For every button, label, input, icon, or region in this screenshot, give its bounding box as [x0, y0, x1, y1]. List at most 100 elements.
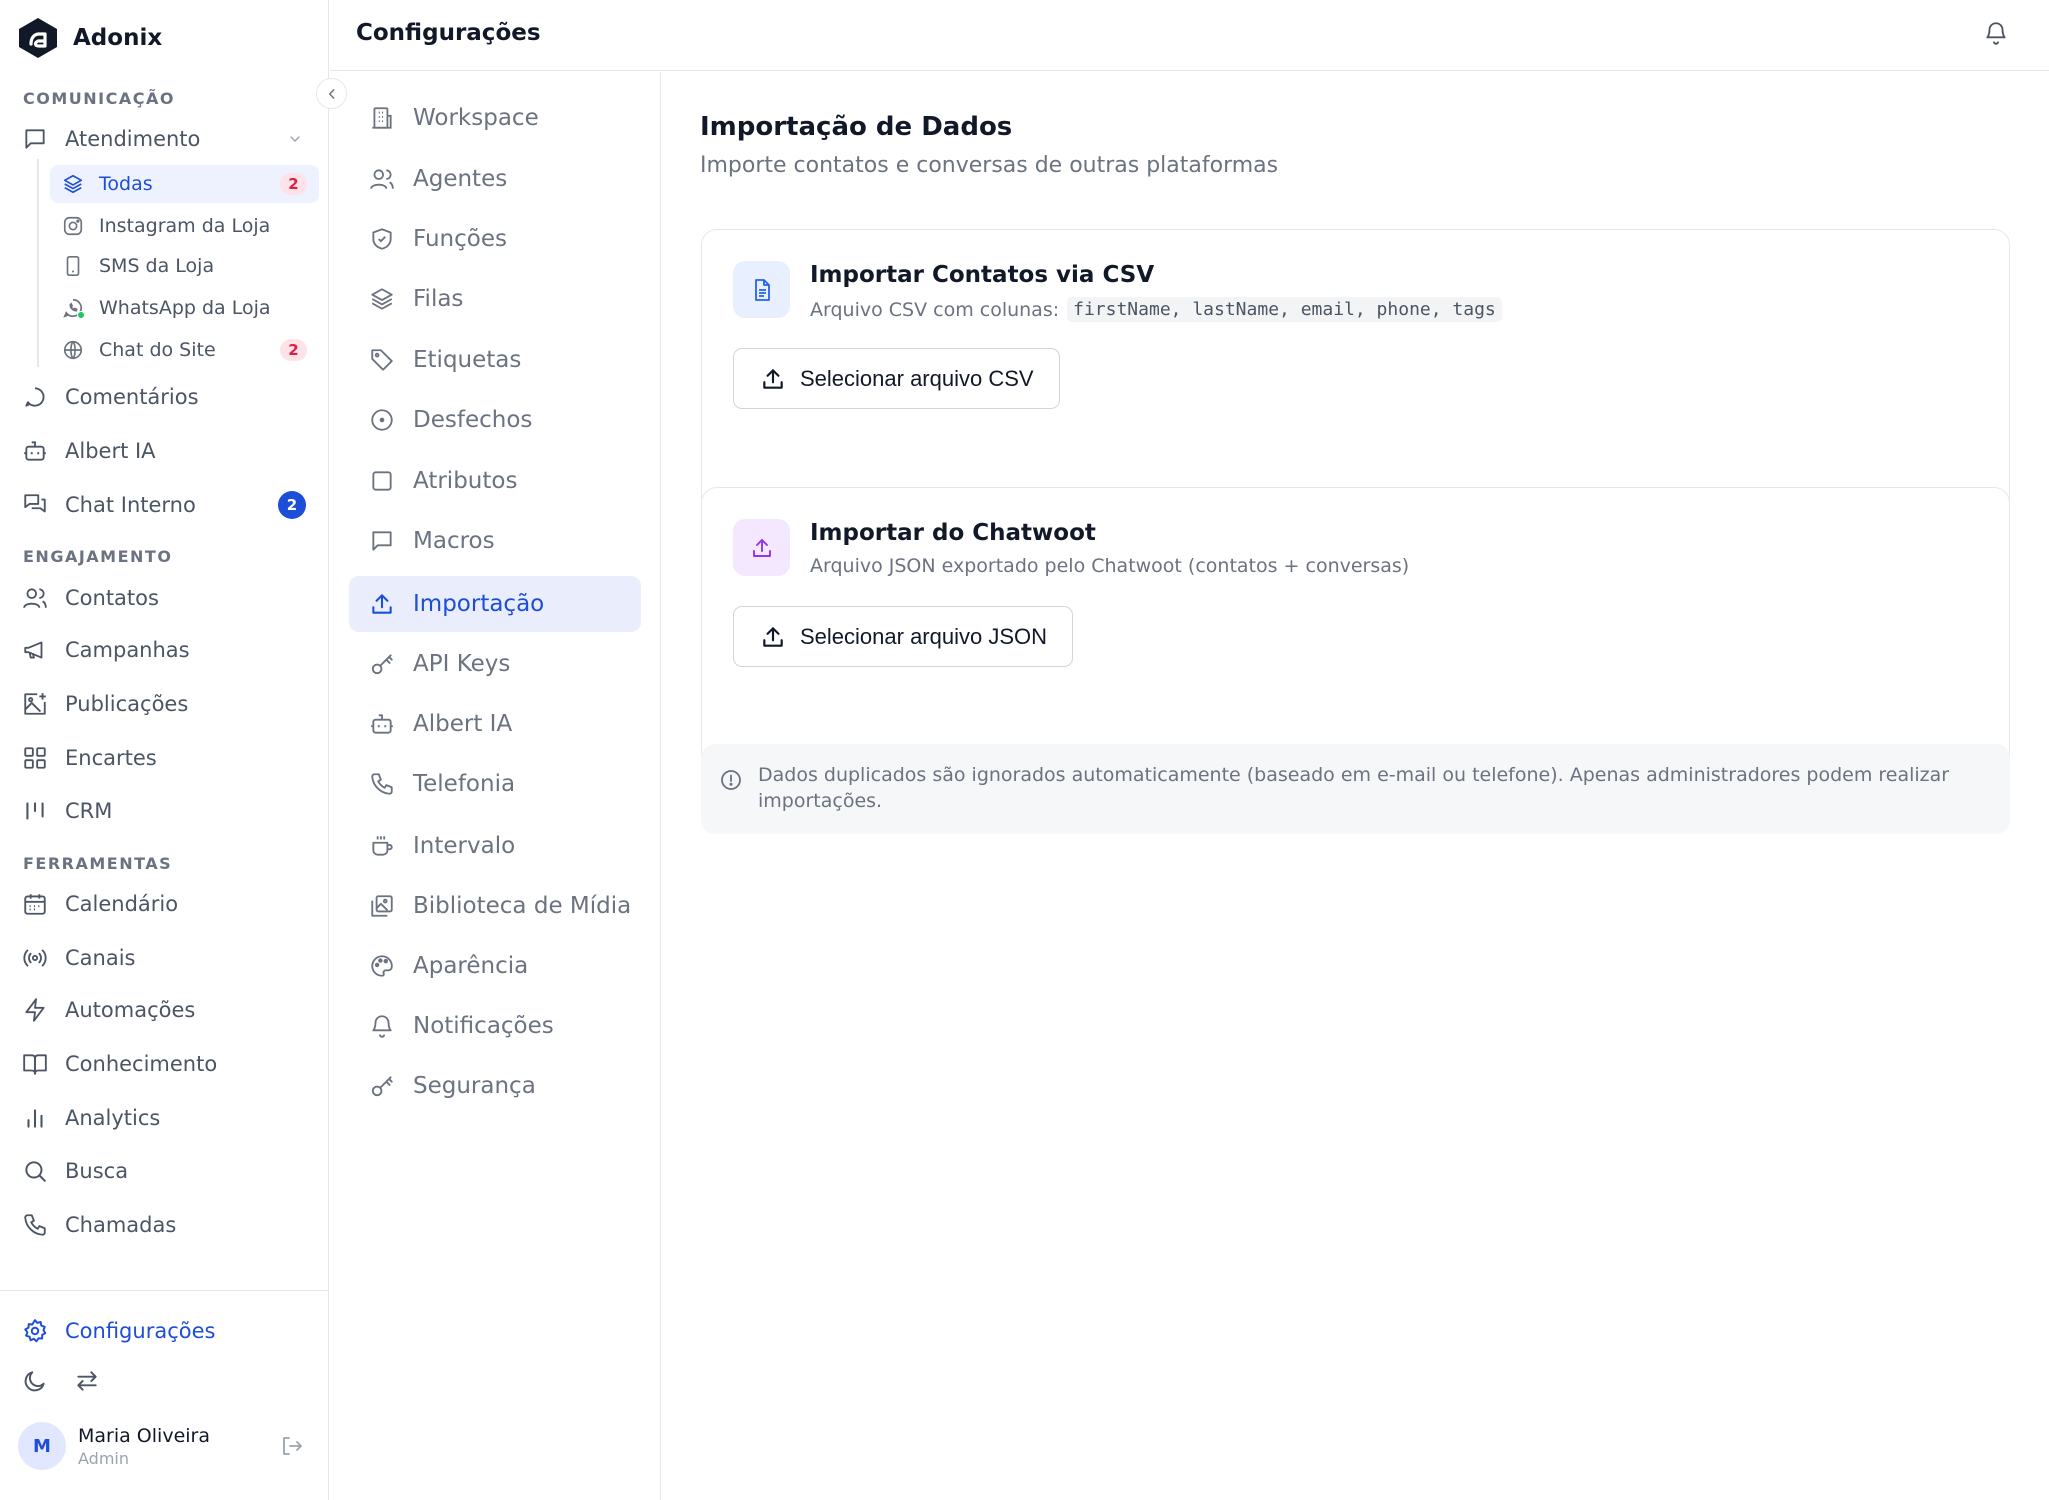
zap-icon: [22, 997, 48, 1023]
settings-item-etiquetas[interactable]: Etiquetas: [349, 332, 641, 388]
select-csv-file-button[interactable]: Selecionar arquivo CSV: [733, 348, 1060, 409]
settings-item-filas[interactable]: Filas: [349, 271, 641, 327]
settings-item-label: Importação: [413, 591, 545, 617]
settings-item-api-keys[interactable]: API Keys: [349, 636, 641, 692]
sidebar-item-label: Canais: [65, 946, 136, 970]
tag-icon: [369, 347, 395, 373]
sidebar-subitem-label: Todas: [99, 173, 153, 195]
settings-item-atributos[interactable]: Atributos: [349, 453, 641, 509]
users-icon: [369, 166, 395, 192]
sidebar-subitem-sms[interactable]: SMS da Loja: [50, 247, 319, 285]
sidebar-item-chamadas[interactable]: Chamadas: [0, 1205, 329, 1245]
sidebar-subitem-chat-do-site[interactable]: Chat do Site 2: [50, 331, 319, 369]
section-label-ferramentas: FERRAMENTAS: [23, 854, 173, 873]
logout-button[interactable]: [280, 1434, 304, 1458]
sidebar-item-atendimento[interactable]: Atendimento: [0, 119, 329, 159]
settings-item-label: Workspace: [413, 105, 539, 131]
kanban-icon: [22, 798, 48, 824]
settings-item-workspace[interactable]: Workspace: [349, 90, 641, 146]
moon-icon: [24, 1371, 45, 1392]
settings-item-label: Biblioteca de Mídia: [413, 893, 632, 919]
settings-menu: Workspace Agentes Funções Filas Etiqueta…: [330, 72, 661, 1500]
dark-mode-toggle[interactable]: [22, 1368, 48, 1394]
settings-item-intervalo[interactable]: Intervalo: [349, 818, 641, 874]
sidebar-item-label: Atendimento: [65, 127, 201, 151]
settings-item-macros[interactable]: Macros: [349, 513, 641, 569]
main-sidebar: Adonix COMUNICAÇÃO Atendimento Todas 2 I…: [0, 0, 347, 1500]
settings-item-label: Albert IA: [413, 711, 513, 737]
sidebar-subitem-whatsapp[interactable]: WhatsApp da Loja: [50, 289, 319, 327]
sidebar-item-analytics[interactable]: Analytics: [0, 1098, 329, 1138]
sidebar-item-label: CRM: [65, 799, 113, 823]
import-info-notice: Dados duplicados são ignorados automatic…: [701, 744, 2010, 834]
sidebar-item-publicacoes[interactable]: Publicações: [0, 684, 329, 724]
message-square-icon: [369, 528, 395, 554]
user-name: Maria Oliveira: [78, 1424, 210, 1447]
gear-icon: [22, 1318, 48, 1344]
settings-item-label: Desfechos: [413, 407, 533, 433]
sidebar-item-configuracoes[interactable]: Configurações: [0, 1311, 329, 1351]
button-label: Selecionar arquivo JSON: [800, 623, 1048, 649]
sidebar-subitem-label: WhatsApp da Loja: [99, 297, 271, 319]
sidebar-item-automacoes[interactable]: Automações: [0, 990, 329, 1030]
sidebar-item-contatos[interactable]: Contatos: [0, 578, 329, 618]
sidebar-item-canais[interactable]: Canais: [0, 938, 329, 978]
settings-item-telefonia[interactable]: Telefonia: [349, 756, 641, 812]
circle-dot-icon: [369, 407, 395, 433]
sidebar-item-comentarios[interactable]: Comentários: [0, 377, 329, 417]
sidebar-item-label: Configurações: [65, 1319, 216, 1343]
brand[interactable]: Adonix: [18, 17, 162, 59]
bell-icon: [1986, 22, 2006, 45]
notifications-button[interactable]: [1983, 20, 2009, 46]
card-title: Importar Contatos via CSV: [810, 262, 1155, 288]
file-text-icon: [733, 261, 790, 318]
page-title: Importação de Dados: [700, 112, 1013, 142]
import-settings-panel: Importação de Dados Importe contatos e c…: [662, 72, 2049, 1500]
sidebar-item-label: Campanhas: [65, 638, 190, 662]
upload-icon: [369, 591, 395, 617]
settings-item-funcoes[interactable]: Funções: [349, 211, 641, 267]
select-json-file-button[interactable]: Selecionar arquivo JSON: [733, 606, 1074, 667]
images-icon: [369, 893, 395, 919]
settings-item-seguranca[interactable]: Segurança: [349, 1058, 641, 1114]
sidebar-item-calendario[interactable]: Calendário: [0, 884, 329, 924]
settings-item-aparencia[interactable]: Aparência: [349, 938, 641, 994]
settings-item-label: Macros: [413, 528, 495, 554]
bot-icon: [369, 711, 395, 737]
sidebar-item-chat-interno[interactable]: Chat Interno 2: [0, 485, 329, 525]
button-label: Selecionar arquivo CSV: [800, 365, 1034, 391]
sidebar-item-albert-ia[interactable]: Albert IA: [0, 431, 329, 471]
sidebar-item-label: Calendário: [65, 892, 179, 916]
settings-item-desfechos[interactable]: Desfechos: [349, 392, 641, 448]
settings-item-biblioteca-de-midia[interactable]: Biblioteca de Mídia: [349, 878, 641, 934]
layout-grid-icon: [22, 745, 48, 771]
sidebar-item-encartes[interactable]: Encartes: [0, 738, 329, 778]
sidebar-item-label: Albert IA: [65, 439, 156, 463]
sidebar-item-crm[interactable]: CRM: [0, 791, 329, 831]
sidebar-item-conhecimento[interactable]: Conhecimento: [0, 1044, 329, 1084]
collapse-sidebar-button[interactable]: [316, 78, 347, 109]
layers-icon: [62, 173, 84, 195]
avatar[interactable]: M: [18, 1422, 66, 1470]
page-header-title: Configurações: [356, 20, 541, 46]
settings-item-label: Notificações: [413, 1013, 554, 1039]
upload-icon: [733, 519, 790, 576]
megaphone-icon: [22, 637, 48, 663]
sidebar-subitem-instagram[interactable]: Instagram da Loja: [50, 207, 319, 245]
sidebar-item-campanhas[interactable]: Campanhas: [0, 630, 329, 670]
sidebar-item-busca[interactable]: Busca: [0, 1151, 329, 1191]
sidebar-subitem-todas[interactable]: Todas 2: [50, 165, 319, 203]
arrow-left-right-icon: [77, 1371, 97, 1391]
settings-item-importacao[interactable]: Importação: [349, 576, 641, 632]
layers-icon: [369, 286, 395, 312]
divider: [0, 1290, 329, 1291]
settings-item-albert-ia[interactable]: Albert IA: [349, 696, 641, 752]
settings-item-notificacoes[interactable]: Notificações: [349, 998, 641, 1054]
search-icon: [22, 1158, 48, 1184]
key-icon: [369, 651, 395, 677]
switch-workspace-button[interactable]: [74, 1368, 100, 1394]
settings-item-agentes[interactable]: Agentes: [349, 151, 641, 207]
phone-icon: [369, 771, 395, 797]
card-desc-text: Arquivo CSV com colunas:: [810, 298, 1060, 321]
bar-chart-icon: [22, 1105, 48, 1131]
